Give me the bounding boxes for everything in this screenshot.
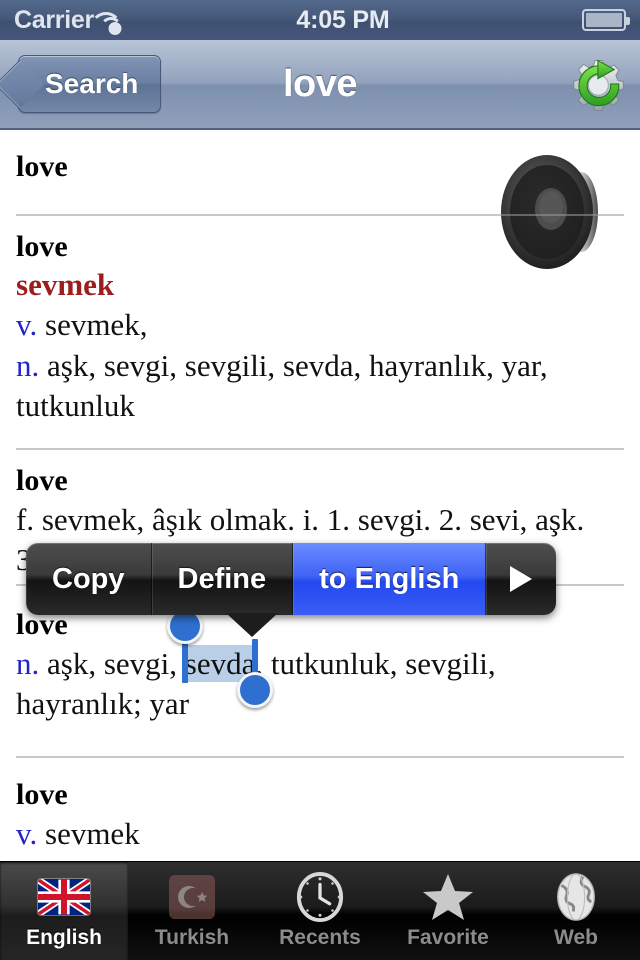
entry-line-selected[interactable]: n. aşk, sevgi, sevda, tutkunluk, sevgili… [16, 607, 624, 725]
back-button-search[interactable]: Search [18, 55, 162, 113]
tab-label: Favorite [407, 926, 489, 949]
callout-tail [226, 613, 278, 637]
star-icon [420, 872, 476, 922]
entry-5[interactable]: love v. sevmek [0, 770, 640, 854]
selection-end-handle[interactable] [237, 671, 274, 708]
divider [16, 213, 624, 216]
part-of-speech: v. [16, 307, 38, 343]
tab-favorite[interactable]: Favorite [384, 862, 512, 960]
status-bar-left: Carrier [0, 6, 134, 35]
gear-refresh-icon[interactable] [568, 55, 626, 113]
speaker-icon[interactable] [499, 152, 604, 272]
entry-headword: love [16, 778, 68, 812]
entry-line: v. sevmek, [16, 305, 624, 345]
entry-line: n. aşk, sevgi, sevgili, sevda, hayranlık… [16, 346, 624, 427]
tab-bar: English Turkish Recents Favorite Web [0, 861, 640, 960]
selection-start-bar [181, 638, 188, 683]
tab-label: Recents [279, 926, 361, 949]
entry-4[interactable]: love n. aşk, sevgi, sevda, tutkunluk, se… [0, 598, 640, 724]
tab-english[interactable]: English [0, 862, 128, 960]
battery-icon [582, 9, 630, 31]
tab-web[interactable]: Web [512, 862, 640, 960]
entry-line-text: aşk, sevgi, sevgili, sevda, hayranlık, y… [16, 347, 548, 423]
app-root: Carrier 4:05 PM Search love love love se… [0, 0, 640, 960]
callout-more-button[interactable] [486, 543, 556, 615]
text-selection[interactable]: sevda [166, 607, 274, 708]
part-of-speech: n. [16, 645, 40, 681]
wifi-icon [89, 9, 134, 35]
entry-line: v. sevmek [16, 814, 624, 854]
definition-list[interactable]: love love sevmek v. sevmek, n. aşk, sevg… [0, 130, 640, 862]
entry-headword: love [16, 464, 68, 498]
divider [16, 756, 624, 759]
tab-label: English [26, 926, 102, 949]
turkey-flag-icon [164, 872, 220, 922]
callout-define-button[interactable]: Define [152, 543, 294, 615]
tab-turkish[interactable]: Turkish [128, 862, 256, 960]
carrier-label: Carrier [14, 5, 94, 34]
tab-label: Turkish [154, 926, 230, 949]
navigation-bar: Search love [0, 40, 640, 130]
selection-before-text: aşk, sevgi, [47, 645, 185, 681]
callout-to-english-button[interactable]: to English [293, 543, 487, 615]
callout-copy-button[interactable]: Copy [26, 543, 152, 615]
divider [16, 448, 624, 451]
entry-line-text: f. sevmek, âşık olmak. i. 1. sevgi. 2. s… [16, 501, 585, 537]
status-bar: Carrier 4:05 PM [0, 0, 640, 40]
status-bar-right [582, 9, 640, 31]
back-button-label: Search [45, 68, 139, 99]
status-bar-time: 4:05 PM [296, 5, 390, 34]
text-selection-callout-menu[interactable]: Copy Define to English [26, 543, 557, 637]
entry-line-text: sevmek [45, 815, 140, 851]
play-arrow-icon [510, 566, 533, 592]
clock-icon [292, 872, 348, 922]
tab-recents[interactable]: Recents [256, 862, 384, 960]
entry-line-text: sevmek, [45, 307, 148, 343]
part-of-speech: n. [16, 347, 40, 383]
globe-icon [548, 872, 604, 922]
part-of-speech: v. [16, 815, 38, 851]
uk-flag-icon [36, 872, 92, 922]
tab-label: Web [554, 926, 598, 949]
